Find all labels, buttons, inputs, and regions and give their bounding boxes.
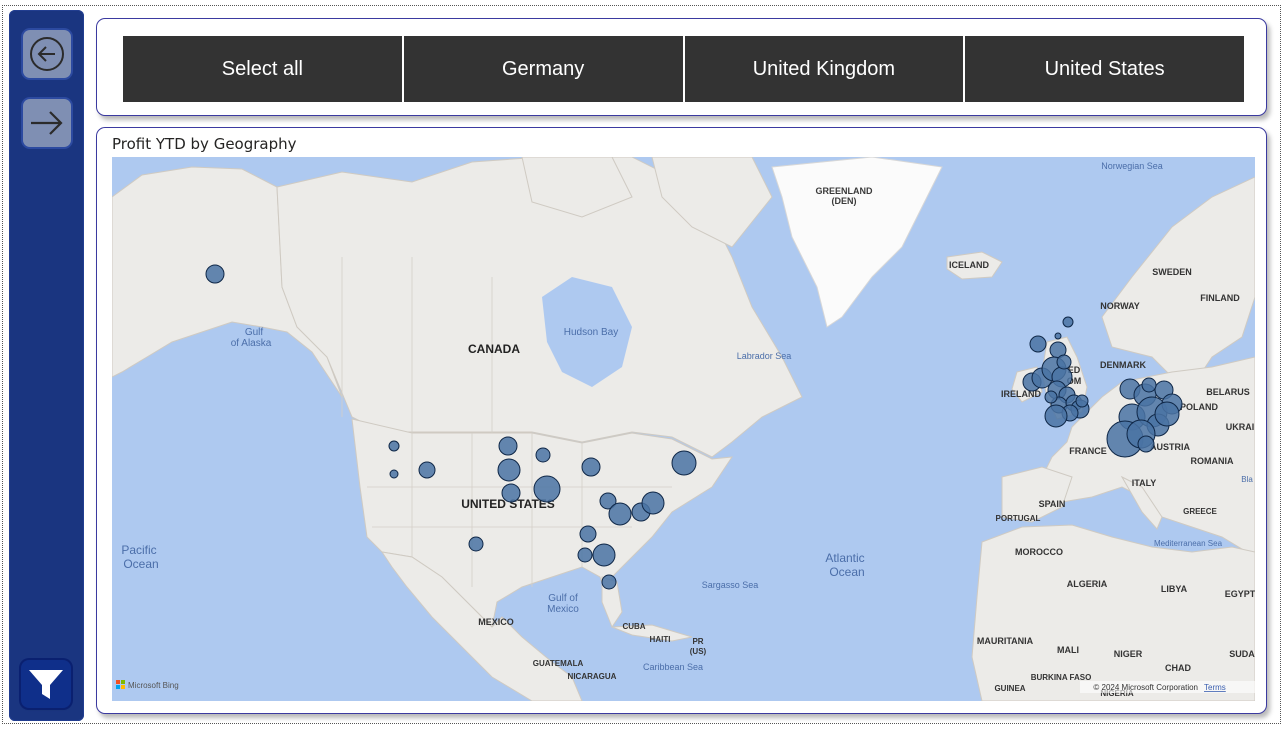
label-morocco: MOROCCO [1015,547,1063,557]
label-greenland-sub: (DEN) [832,196,857,206]
bubble[interactable] [592,543,616,567]
label-guatemala: GUATEMALA [533,659,584,668]
copyright-text: © 2024 Microsoft Corporation [1093,683,1198,692]
label-norway: NORWAY [1100,301,1140,311]
slicer-option-germany[interactable]: Germany [403,36,685,102]
slicer-option-united-states[interactable]: United States [965,36,1244,102]
bubble[interactable] [601,574,617,590]
map-canvas: GREENLAND (DEN) CANADA UNITED STATES MEX… [112,157,1255,701]
bubble[interactable] [641,491,665,515]
label-canada: CANADA [468,342,520,356]
bubble[interactable] [1075,394,1089,408]
label-poland: POLAND [1180,402,1219,412]
label-libya: LIBYA [1161,584,1188,594]
bubble[interactable] [1062,316,1074,328]
map-visual-card: Profit YTD by Geography GREENLAND (DEN) … [96,127,1267,714]
bubble[interactable] [579,525,597,543]
label-pacific-1: Pacific [121,543,156,557]
label-sweden: SWEDEN [1152,267,1192,277]
label-mali: MALI [1057,645,1079,655]
bubble[interactable] [205,264,225,284]
bubble[interactable] [1044,390,1058,404]
slicer-option-united-kingdom[interactable]: United Kingdom [684,36,966,102]
label-mexico: MEXICO [478,617,514,627]
bubble[interactable] [389,469,399,479]
label-mediterranean-sea: Mediterranean Sea [1154,539,1223,548]
bubble[interactable] [535,447,551,463]
bubble-map[interactable]: GREENLAND (DEN) CANADA UNITED STATES MEX… [112,157,1255,701]
bubble[interactable] [1029,335,1047,353]
label-gulf-mexico-2: Mexico [547,604,579,615]
label-france: FRANCE [1069,446,1107,456]
country-slicer-card: Select all Germany United Kingdom United… [96,18,1267,116]
label-mauritania: MAURITANIA [977,636,1034,646]
bubble[interactable] [1137,435,1155,453]
bubble[interactable] [533,475,561,503]
label-denmark: DENMARK [1100,360,1146,370]
funnel-icon [29,670,63,699]
bubble[interactable] [498,436,518,456]
label-greece: GREECE [1183,507,1217,516]
terms-link[interactable]: Terms [1204,683,1226,692]
navigation-sidebar [9,10,84,721]
label-greenland: GREENLAND [815,186,873,196]
label-gulf-mexico-1: Gulf of [548,593,578,604]
label-gulf-alaska-2: of Alaska [231,338,272,349]
bubble[interactable] [1141,377,1157,393]
label-spain: SPAIN [1039,499,1066,509]
bubble[interactable] [1154,401,1180,427]
label-ukraine: UKRAI [1226,422,1255,432]
label-nicaragua: NICARAGUA [568,672,617,681]
slicer-option-select-all[interactable]: Select all [123,36,404,102]
bubble[interactable] [1054,332,1062,340]
label-burkina-faso: BURKINA FASO [1031,673,1092,682]
map-title: Profit YTD by Geography [112,135,297,153]
label-niger: NIGER [1114,649,1143,659]
label-egypt: EGYPT [1225,589,1255,599]
bubble[interactable] [1044,404,1068,428]
bubble[interactable] [468,536,484,552]
label-cuba: CUBA [622,622,645,631]
label-labrador-sea: Labrador Sea [737,351,792,361]
bubble[interactable] [497,458,521,482]
bubble[interactable] [608,502,632,526]
arrow-right-icon [31,111,63,135]
label-pr-sub: (US) [690,647,707,656]
bubble[interactable] [581,457,601,477]
label-italy: ITALY [1132,478,1157,488]
label-chad: CHAD [1165,663,1191,673]
label-pr: PR [692,637,703,646]
forward-button[interactable] [23,99,71,147]
label-caribbean-sea: Caribbean Sea [643,662,703,672]
bubble[interactable] [418,461,436,479]
label-algeria: ALGERIA [1067,579,1108,589]
label-finland: FINLAND [1200,293,1240,303]
label-haiti: HAITI [650,635,671,644]
label-sudan: SUDA [1229,649,1255,659]
bubble[interactable] [671,450,697,476]
label-portugal: PORTUGAL [996,514,1041,523]
label-atlantic-2: Ocean [829,565,864,579]
label-romania: ROMANIA [1191,456,1234,466]
label-belarus: BELARUS [1206,387,1250,397]
label-guinea: GUINEA [994,684,1025,693]
label-hudson-bay: Hudson Bay [564,327,618,338]
bubble[interactable] [388,440,400,452]
filter-button[interactable] [21,660,71,708]
label-gulf-alaska-1: Gulf [245,327,264,338]
bubble[interactable] [577,547,593,563]
arrow-left-circle-icon [30,37,64,71]
bubble[interactable] [501,483,521,503]
label-atlantic-1: Atlantic [825,551,864,565]
bing-attribution: Microsoft Bing [128,681,179,690]
label-norwegian-sea: Norwegian Sea [1101,161,1163,171]
label-austria: AUSTRIA [1150,442,1190,452]
label-sargasso-sea: Sargasso Sea [702,580,759,590]
bubble[interactable] [1056,354,1072,370]
back-button[interactable] [23,30,71,78]
label-pacific-2: Ocean [123,557,158,571]
country-slicer: Select all Germany United Kingdom United… [123,36,1244,102]
label-iceland: ICELAND [949,260,989,270]
label-black-sea-partial: Bla [1241,475,1253,484]
